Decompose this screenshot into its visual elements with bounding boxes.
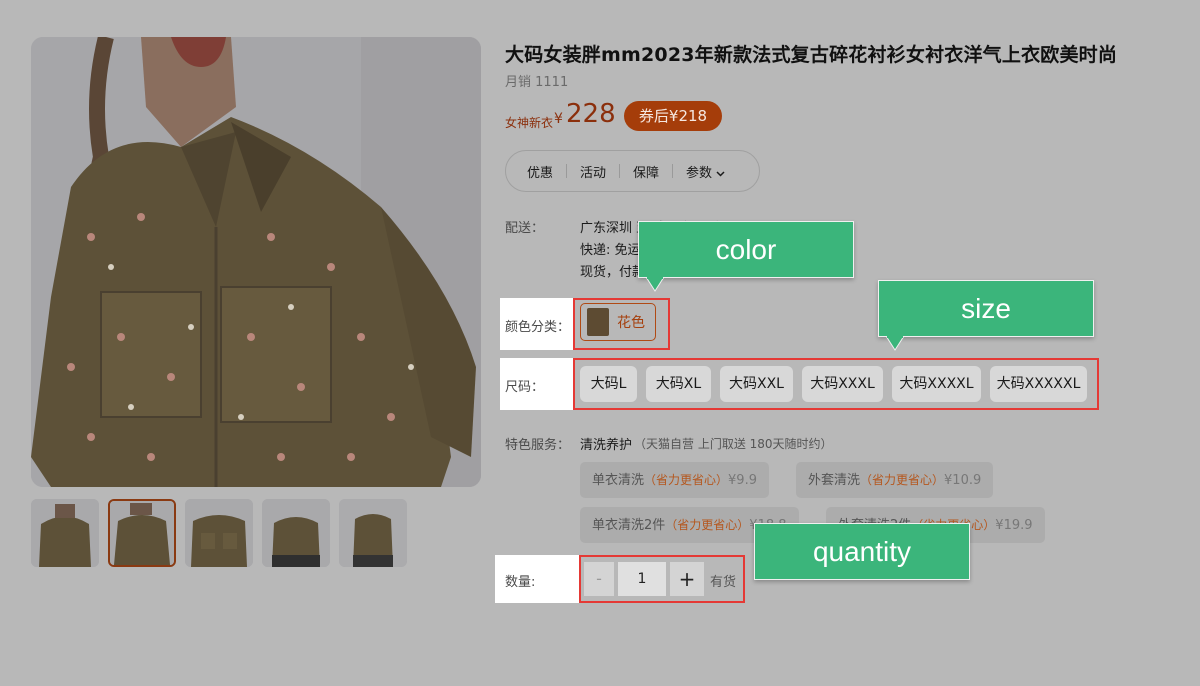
service-price: ¥9.9 [728,473,757,488]
thumbnail-image [262,499,330,567]
service-option[interactable]: 外套清洗（省力更省心）¥10.9 [796,462,994,498]
size-label: 尺码： [505,380,545,395]
callout-quantity: quantity [754,523,970,580]
service-hint: （省力更省心） [665,518,750,532]
services-description: （天猫自营 上门取送 180天随时约） [634,437,833,451]
color-label: 颜色分类： [505,320,571,335]
product-title: 大码女装胖mm2023年新款法式复古碎花衬衫女衬衣洋气上衣欧美时尚 [505,44,1118,66]
callout-color: color [638,221,854,278]
size-option-xxxxl[interactable]: 大码XXXXL [892,366,981,402]
thumbnail-3[interactable] [185,499,253,567]
callout-size: size [878,280,1094,337]
price-currency: ¥ [554,111,563,127]
color-option-label: 花色 [617,315,645,331]
size-option-xl[interactable]: 大码XL [646,366,711,402]
service-option[interactable]: 单衣清洗（省力更省心）¥9.9 [580,462,769,498]
monthly-sales: 月销 1111 [505,75,569,90]
color-swatch-thumbnail [587,308,609,336]
price-value: 228 [566,99,616,129]
service-name: 单衣清洗 [592,473,645,488]
tab-parameters[interactable]: 参数 [679,162,732,181]
thumbnail-image [185,499,253,567]
services-name: 清洗养护 [580,438,633,453]
thumbnail-4[interactable] [262,499,330,567]
thumbnail-image [110,501,174,565]
tab-activities[interactable]: 活动 [573,162,613,181]
model-photo-illustration [31,37,481,487]
quantity-label: 数量: [505,575,536,590]
callout-color-pointer [645,277,665,292]
services-label: 特色服务： [505,438,571,453]
service-price: ¥10.9 [944,473,982,488]
service-price: ¥19.9 [995,518,1033,533]
tab-divider [619,164,621,178]
price-tag-label: 女神新衣 [505,116,554,130]
chevron-down-icon [716,169,725,180]
tab-parameters-label: 参数 [686,165,713,181]
thumbnail-1[interactable] [31,499,99,567]
thumbnail-5[interactable] [339,499,407,567]
coupon-price-badge: 券后¥218 [624,101,722,131]
delivery-label: 配送： [505,221,545,236]
tab-guarantee[interactable]: 保障 [626,162,666,181]
size-option-l[interactable]: 大码L [580,366,637,402]
color-option-floral[interactable]: 花色 [580,303,656,341]
service-hint: （省力更省心） [644,473,729,487]
tab-discounts[interactable]: 优惠 [520,162,560,181]
service-hint: （省力更省心） [860,473,945,487]
service-name: 单衣清洗2件 [592,518,666,533]
quantity-decrease-button[interactable]: - [584,562,614,596]
thumbnail-image [339,499,407,567]
thumbnail-2[interactable] [108,499,176,567]
size-option-xxxxxl[interactable]: 大码XXXXXL [990,366,1087,402]
quantity-increase-button[interactable]: + [670,562,704,596]
quantity-input[interactable]: 1 [618,562,666,596]
tab-divider [672,164,674,178]
size-option-xxl[interactable]: 大码XXL [720,366,793,402]
main-product-image[interactable] [31,37,481,487]
service-name: 外套清洗 [808,473,861,488]
info-tabs: 优惠 活动 保障 参数 [505,150,760,192]
callout-size-pointer [885,336,905,351]
stock-status: 有货 [710,575,737,590]
thumbnail-image [31,499,99,567]
tab-divider [566,164,568,178]
size-option-xxxl[interactable]: 大码XXXL [802,366,883,402]
